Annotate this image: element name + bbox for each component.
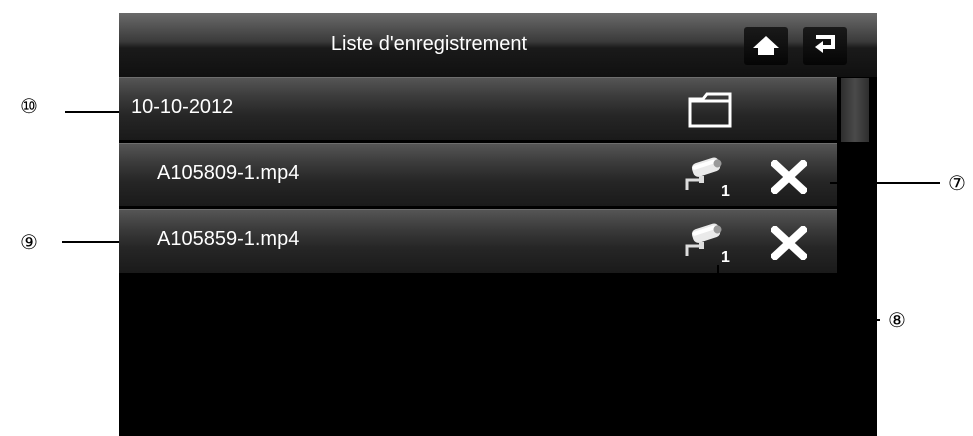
camera-icon: 1 bbox=[685, 157, 730, 198]
callout-9: ⑨ bbox=[20, 230, 38, 254]
callout-8: ⑧ bbox=[888, 308, 906, 332]
home-icon bbox=[753, 36, 779, 55]
folder-row[interactable]: 10-10-2012 bbox=[119, 77, 837, 140]
camera-number: 1 bbox=[721, 183, 730, 198]
callout-8-line-vertical bbox=[717, 265, 719, 321]
file-name-label: A105859-1.mp4 bbox=[157, 228, 300, 250]
callout-8-line-horizontal bbox=[717, 319, 880, 321]
file-row[interactable]: A105859-1.mp4 1 bbox=[119, 209, 837, 273]
home-button[interactable] bbox=[744, 27, 788, 65]
title-bar: Liste d'enregistrement bbox=[119, 13, 877, 78]
page-title: Liste d'enregistrement bbox=[330, 33, 528, 55]
device-screen: Liste d'enregistrement 10-10-2012 A10580… bbox=[119, 13, 877, 436]
callout-9-line bbox=[62, 241, 119, 243]
folder-date-label: 10-10-2012 bbox=[131, 96, 234, 118]
scroll-thumb[interactable] bbox=[841, 78, 869, 142]
file-name-label: A105809-1.mp4 bbox=[157, 162, 300, 184]
scrollbar[interactable] bbox=[837, 78, 877, 436]
camera-icon: 1 bbox=[685, 223, 730, 264]
callout-10: ⑩ bbox=[20, 94, 38, 118]
file-row[interactable]: A105809-1.mp4 1 bbox=[119, 143, 837, 206]
delete-x-icon[interactable] bbox=[771, 160, 807, 194]
return-button[interactable] bbox=[803, 27, 847, 65]
callout-10-line bbox=[65, 111, 119, 113]
camera-number: 1 bbox=[721, 249, 730, 264]
callout-7-line bbox=[830, 182, 940, 184]
callout-7: ⑦ bbox=[948, 171, 966, 195]
return-icon bbox=[815, 35, 835, 53]
delete-x-icon[interactable] bbox=[771, 226, 807, 260]
folder-icon bbox=[688, 92, 732, 128]
